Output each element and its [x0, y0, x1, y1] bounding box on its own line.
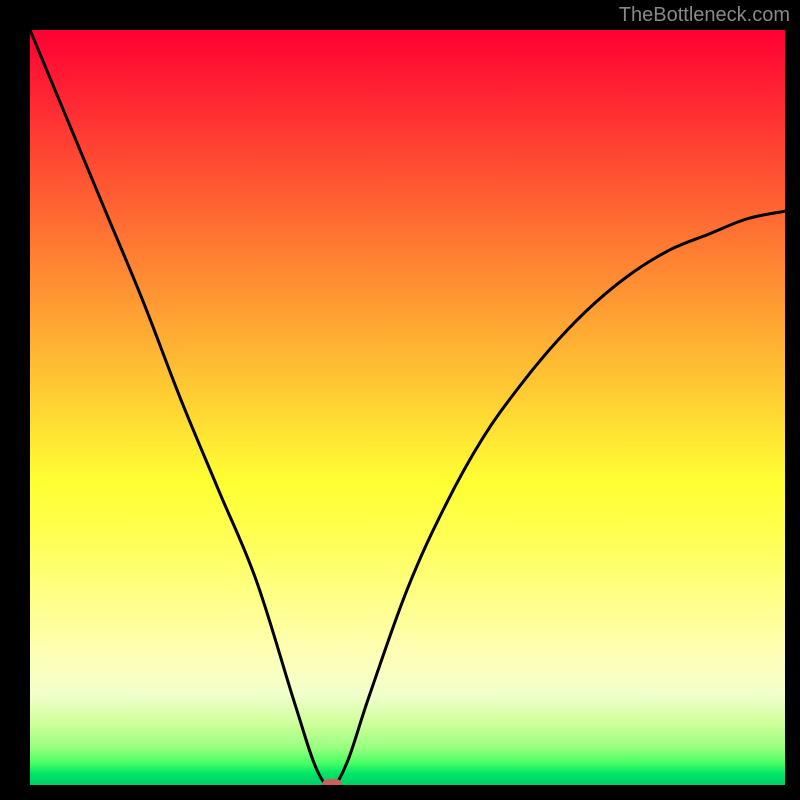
curve-layer	[30, 30, 785, 785]
optimal-marker	[322, 779, 342, 785]
chart-area	[30, 30, 785, 785]
attribution-text: TheBottleneck.com	[619, 4, 790, 27]
bottleneck-curve	[30, 30, 785, 785]
